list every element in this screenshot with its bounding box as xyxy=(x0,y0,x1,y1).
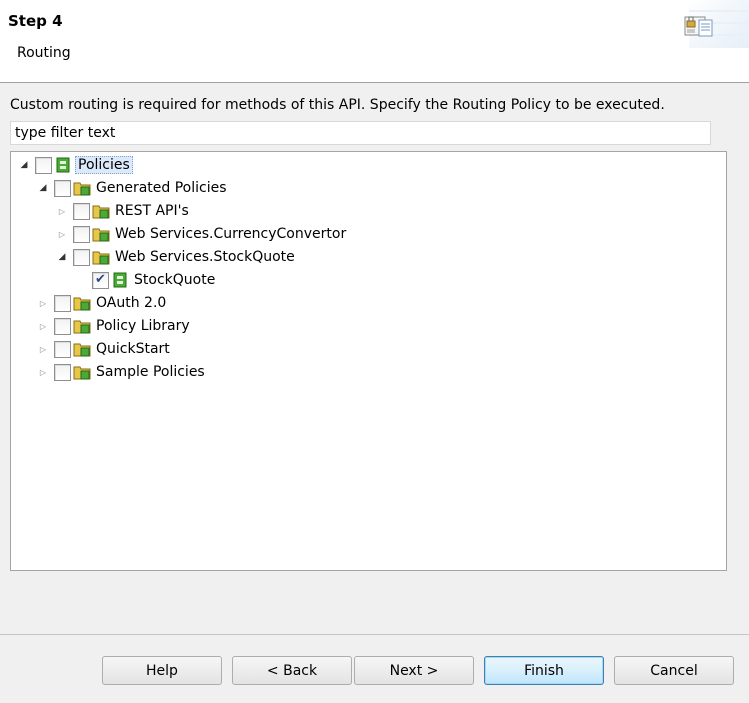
folder-policy-icon xyxy=(73,366,91,380)
tree-node-quickstart[interactable]: ▷ QuickStart xyxy=(38,338,172,360)
tree-label: Sample Policies xyxy=(96,364,205,380)
expanded-arrow-icon[interactable]: ◢ xyxy=(19,154,29,176)
checkbox[interactable] xyxy=(54,317,71,335)
policy-icon xyxy=(56,157,70,173)
folder-policy-icon xyxy=(73,343,91,357)
checkbox[interactable] xyxy=(54,179,71,197)
tree-label: OAuth 2.0 xyxy=(96,295,167,311)
folder-policy-icon xyxy=(73,182,91,196)
folder-policy-icon xyxy=(73,320,91,334)
tree-node-generated-policies[interactable]: ◢ Generated Policies xyxy=(38,177,229,199)
folder-policy-icon xyxy=(92,228,110,242)
tree-label: Policies xyxy=(75,156,133,174)
folder-policy-icon xyxy=(73,297,91,311)
collapsed-arrow-icon[interactable]: ▷ xyxy=(38,361,48,383)
checkbox-checked[interactable] xyxy=(92,271,109,289)
policy-icon xyxy=(113,272,127,288)
tree-label: REST API's xyxy=(115,203,189,219)
cancel-button[interactable]: Cancel xyxy=(614,656,734,685)
tree-node-stockquote-folder[interactable]: ◢ Web Services.StockQuote xyxy=(57,246,297,268)
expanded-arrow-icon[interactable]: ◢ xyxy=(38,177,48,199)
collapsed-arrow-icon[interactable]: ▷ xyxy=(57,200,67,222)
tree-label: Web Services.CurrencyConvertor xyxy=(115,226,347,242)
wizard-banner-icon xyxy=(684,16,713,37)
tree-node-sample-policies[interactable]: ▷ Sample Policies xyxy=(38,361,207,383)
checkbox[interactable] xyxy=(54,340,71,358)
checkbox[interactable] xyxy=(54,294,71,312)
checkbox[interactable] xyxy=(73,248,90,266)
tree-label: Generated Policies xyxy=(96,180,227,196)
checkbox[interactable] xyxy=(73,202,90,220)
tree-node-oauth[interactable]: ▷ OAuth 2.0 xyxy=(38,292,168,314)
back-button[interactable]: < Back xyxy=(232,656,352,685)
button-bar-separator xyxy=(0,634,749,635)
collapsed-arrow-icon[interactable]: ▷ xyxy=(38,315,48,337)
collapsed-arrow-icon[interactable]: ▷ xyxy=(57,223,67,245)
instructions-text: Custom routing is required for methods o… xyxy=(10,97,665,113)
checkbox[interactable] xyxy=(35,156,52,174)
checkbox[interactable] xyxy=(73,225,90,243)
tree-node-rest-apis[interactable]: ▷ REST API's xyxy=(57,200,191,222)
collapsed-arrow-icon[interactable]: ▷ xyxy=(38,338,48,360)
folder-policy-icon xyxy=(92,205,110,219)
page-subtitle: Routing xyxy=(17,45,71,61)
policy-tree[interactable]: ◢ Policies ◢ Generated Policies ▷ REST A… xyxy=(10,151,727,571)
tree-label: Web Services.StockQuote xyxy=(115,249,295,265)
next-button[interactable]: Next > xyxy=(354,656,474,685)
tree-label: StockQuote xyxy=(134,272,216,288)
tree-node-policy-library[interactable]: ▷ Policy Library xyxy=(38,315,192,337)
collapsed-arrow-icon[interactable]: ▷ xyxy=(38,292,48,314)
tree-node-currency-convertor[interactable]: ▷ Web Services.CurrencyConvertor xyxy=(57,223,348,245)
checkbox[interactable] xyxy=(54,363,71,381)
page-title: Step 4 xyxy=(8,12,63,30)
tree-node-policies[interactable]: ◢ Policies xyxy=(19,154,133,176)
filter-input[interactable] xyxy=(10,121,711,145)
tree-label: Policy Library xyxy=(96,318,190,334)
help-button[interactable]: Help xyxy=(102,656,222,685)
finish-button[interactable]: Finish xyxy=(484,656,604,685)
wizard-header: Step 4 Routing xyxy=(0,0,749,83)
tree-label: QuickStart xyxy=(96,341,170,357)
expanded-arrow-icon[interactable]: ◢ xyxy=(57,246,67,268)
folder-policy-icon xyxy=(92,251,110,265)
tree-node-stockquote-policy[interactable]: StockQuote xyxy=(92,269,217,291)
